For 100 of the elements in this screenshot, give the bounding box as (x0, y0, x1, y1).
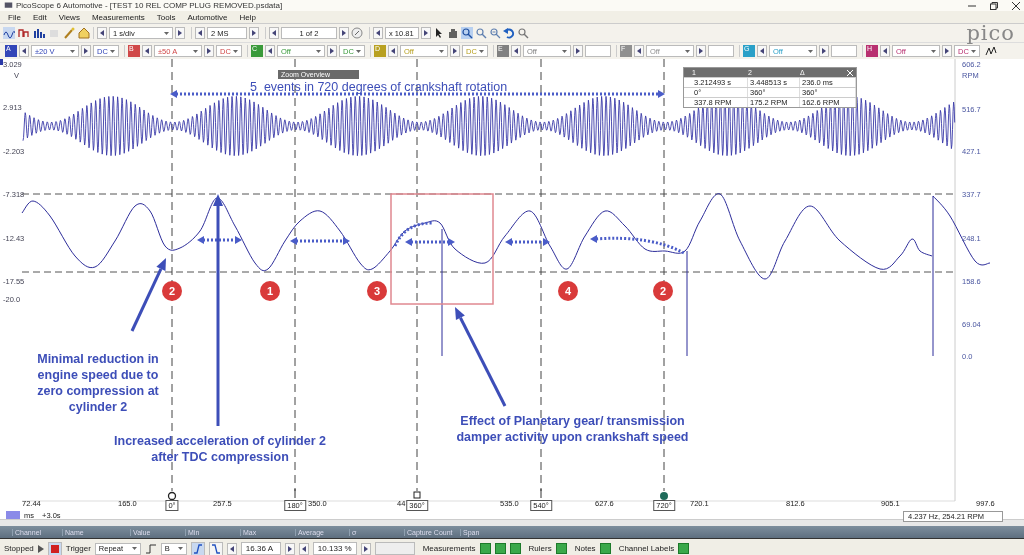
stop-button[interactable] (47, 541, 62, 555)
right-arrow-button[interactable] (696, 45, 706, 57)
zoom-fit-icon[interactable] (517, 27, 529, 39)
left-arrow-button[interactable] (298, 542, 309, 555)
ruler-handle[interactable] (660, 492, 668, 500)
menu-item[interactable]: Measurements (91, 12, 145, 22)
pointer-icon[interactable] (433, 27, 445, 39)
left-arrow-button[interactable] (265, 45, 275, 57)
triangle-right-icon (363, 545, 368, 552)
hand-icon[interactable] (447, 27, 459, 39)
trigger-label: Trigger (65, 544, 91, 553)
toggle-button[interactable] (599, 543, 611, 554)
close-icon[interactable] (1012, 1, 1020, 10)
left-arrow-button[interactable] (269, 27, 279, 39)
right-arrow-button[interactable] (450, 45, 460, 57)
left-arrow-button[interactable] (757, 45, 767, 57)
triangle-left-icon (514, 48, 518, 54)
window-title: PicoScope 6 Automotive - [TEST 10 REL COMP PLUG REMOVED.psdata] (16, 1, 283, 10)
app-icon (4, 1, 13, 10)
wand-icon[interactable] (63, 27, 75, 39)
persistence-view-icon[interactable] (18, 27, 30, 39)
signal-icon[interactable] (985, 45, 997, 57)
left-arrow-button[interactable] (142, 45, 152, 57)
zoom-out-icon[interactable] (489, 27, 501, 39)
right-arrow-button[interactable] (327, 45, 337, 57)
compass-icon[interactable] (351, 27, 363, 39)
menu-item[interactable]: File (8, 12, 21, 22)
toggle-button[interactable] (509, 543, 521, 554)
caret-icon (164, 31, 169, 35)
restore-icon[interactable] (990, 1, 998, 10)
menu-item[interactable]: Edit (32, 12, 47, 22)
caret-icon (110, 49, 115, 53)
toggle-button[interactable] (678, 543, 690, 554)
falling-edge-button[interactable] (208, 541, 223, 555)
left-arrow-button[interactable] (19, 45, 29, 57)
triangle-right-icon (822, 48, 826, 54)
pre-trigger-field[interactable]: 10.133 % (312, 542, 357, 555)
caret-icon (971, 49, 976, 53)
left-arrow-button[interactable] (880, 45, 890, 57)
triangle-left-icon (760, 48, 764, 54)
triangle-right-icon (453, 48, 457, 54)
rising-edge-button[interactable] (190, 541, 205, 555)
scope-view-icon[interactable] (3, 27, 15, 39)
triangle-left-icon (883, 48, 887, 54)
menu-item[interactable]: Automotive (187, 12, 228, 22)
menu-item[interactable]: Help (239, 12, 256, 22)
zoom-icon[interactable] (461, 27, 473, 39)
left-arrow-button[interactable] (195, 27, 205, 39)
triangle-right-icon (945, 48, 949, 54)
right-arrow-button[interactable] (81, 45, 91, 57)
left-arrow-button[interactable] (97, 27, 107, 39)
triangle-left-icon (376, 30, 380, 36)
toggle-button[interactable] (494, 543, 506, 554)
right-arrow-button[interactable] (942, 45, 952, 57)
left-arrow-button[interactable] (226, 542, 237, 555)
caret-icon (685, 49, 690, 53)
annotation-text: Increased acceleration of cylinder 2 after TDC compression (113, 433, 327, 465)
right-arrow-button[interactable] (249, 27, 259, 39)
right-arrow-button[interactable] (360, 542, 371, 555)
right-arrow-button[interactable] (573, 45, 583, 57)
caret-icon (479, 49, 484, 53)
caret-icon (356, 49, 361, 53)
toggle-button[interactable] (479, 543, 491, 554)
left-arrow-button[interactable] (634, 45, 644, 57)
caret-icon (233, 49, 238, 53)
scrollbar[interactable] (0, 519, 1024, 526)
triangle-left-icon (198, 30, 202, 36)
right-arrow-button[interactable] (819, 45, 829, 57)
right-arrow-button[interactable] (339, 27, 349, 39)
menu-item[interactable]: Tools (156, 12, 176, 22)
play-icon[interactable] (37, 544, 44, 553)
left-arrow-button[interactable] (388, 45, 398, 57)
dotted-arrow (505, 238, 550, 246)
left-arrow-button[interactable] (511, 45, 521, 57)
unit-swatch (6, 511, 20, 519)
spectrum-view-icon[interactable] (33, 27, 45, 39)
trigger-edge-icon[interactable] (144, 542, 157, 555)
ruler-tick (294, 488, 296, 499)
caret-icon (439, 49, 444, 53)
triangle-left-icon (391, 48, 395, 54)
ruler-handle[interactable] (413, 491, 421, 499)
step-marker: 4 (558, 281, 578, 301)
left-arrow-button[interactable] (373, 27, 383, 39)
ruler-handle[interactable] (167, 491, 177, 501)
undo-icon[interactable] (503, 27, 515, 39)
toggle-button[interactable] (555, 543, 567, 554)
right-arrow-button[interactable] (204, 45, 214, 57)
menu-item[interactable]: Views (58, 12, 80, 22)
triangle-right-icon (252, 30, 256, 36)
triangle-left-icon (100, 30, 104, 36)
zoom-in-icon[interactable] (475, 27, 487, 39)
caret-icon (316, 49, 321, 53)
home-icon[interactable] (78, 27, 90, 39)
scale-handle[interactable] (0, 59, 3, 65)
right-arrow-button[interactable] (175, 27, 185, 39)
threshold-field[interactable]: 16.36 A (240, 542, 281, 555)
stop-icon (50, 544, 59, 553)
right-arrow-button[interactable] (421, 27, 431, 39)
right-arrow-button[interactable] (284, 542, 295, 555)
triangle-left-icon (637, 48, 641, 54)
